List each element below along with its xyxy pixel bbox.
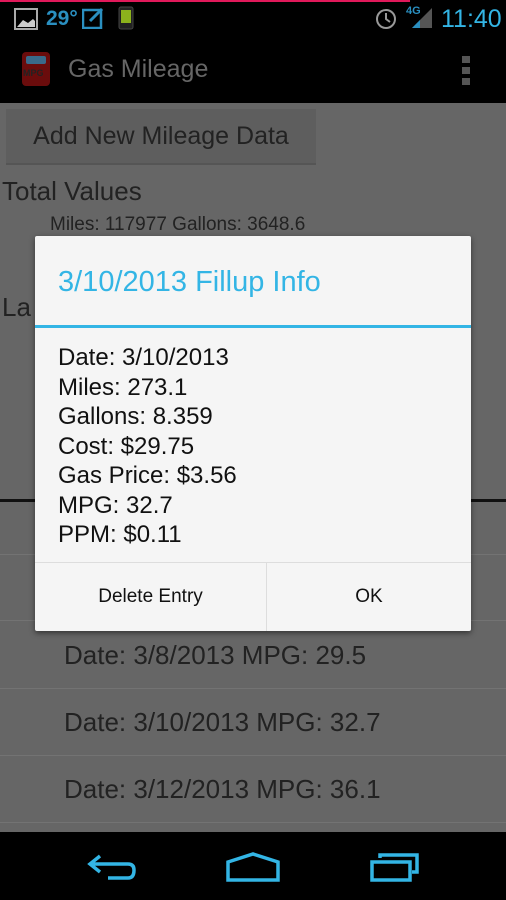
overflow-menu-icon[interactable] xyxy=(458,54,474,88)
back-icon[interactable] xyxy=(86,852,138,882)
navigation-bar xyxy=(0,832,506,900)
dialog-body: Date: 3/10/2013 Miles: 273.1 Gallons: 8.… xyxy=(58,343,237,550)
temperature: 29° xyxy=(46,7,78,30)
home-icon[interactable] xyxy=(226,852,280,882)
dialog-title-divider xyxy=(35,325,471,328)
app-title: Gas Mileage xyxy=(68,55,209,83)
action-bar: MPG Gas Mileage xyxy=(0,38,506,103)
picture-icon xyxy=(14,8,38,30)
add-mileage-button[interactable]: Add New Mileage Data xyxy=(6,109,316,165)
fillup-info-dialog: 3/10/2013 Fillup Info Date: 3/10/2013 Mi… xyxy=(35,236,471,631)
app-icon-label: MPG xyxy=(23,68,44,78)
last-heading: La xyxy=(2,292,31,322)
dialog-title: 3/10/2013 Fillup Info xyxy=(58,266,321,298)
app-icon[interactable]: MPG xyxy=(18,50,62,90)
recent-apps-icon[interactable] xyxy=(370,852,420,882)
detail-date: Date: 3/10/2013 xyxy=(58,344,229,371)
edit-icon xyxy=(82,7,104,29)
list-item[interactable]: Date: 3/8/2013 MPG: 29.5 xyxy=(0,621,506,688)
clock: 11:40 xyxy=(441,5,502,33)
detail-gas-price: Gas Price: $3.56 xyxy=(58,462,237,489)
list-item[interactable]: Date: 3/12/2013 MPG: 36.1 xyxy=(0,756,506,822)
detail-mpg: MPG: 32.7 xyxy=(58,491,173,519)
signal-icon xyxy=(412,8,432,28)
delete-entry-button[interactable]: Delete Entry xyxy=(35,563,266,631)
progress-strip xyxy=(0,0,410,2)
detail-ppm: PPM: $0.11 xyxy=(58,521,182,548)
detail-gallons: Gallons: 8.359 xyxy=(58,403,213,430)
status-bar: 29° 4G 11:40 xyxy=(0,0,506,38)
detail-miles: Miles: 273.1 xyxy=(58,373,188,401)
alarm-icon xyxy=(376,9,396,29)
totals-heading: Total Values xyxy=(2,176,142,206)
list-item[interactable]: Date: 3/10/2013 MPG: 32.7 xyxy=(0,689,506,755)
battery-widget-icon xyxy=(118,6,134,30)
totals-line: Miles: 117977 Gallons: 3648.6 xyxy=(50,214,306,235)
ok-button[interactable]: OK xyxy=(267,563,471,631)
detail-cost: Cost: $29.75 xyxy=(58,432,195,460)
